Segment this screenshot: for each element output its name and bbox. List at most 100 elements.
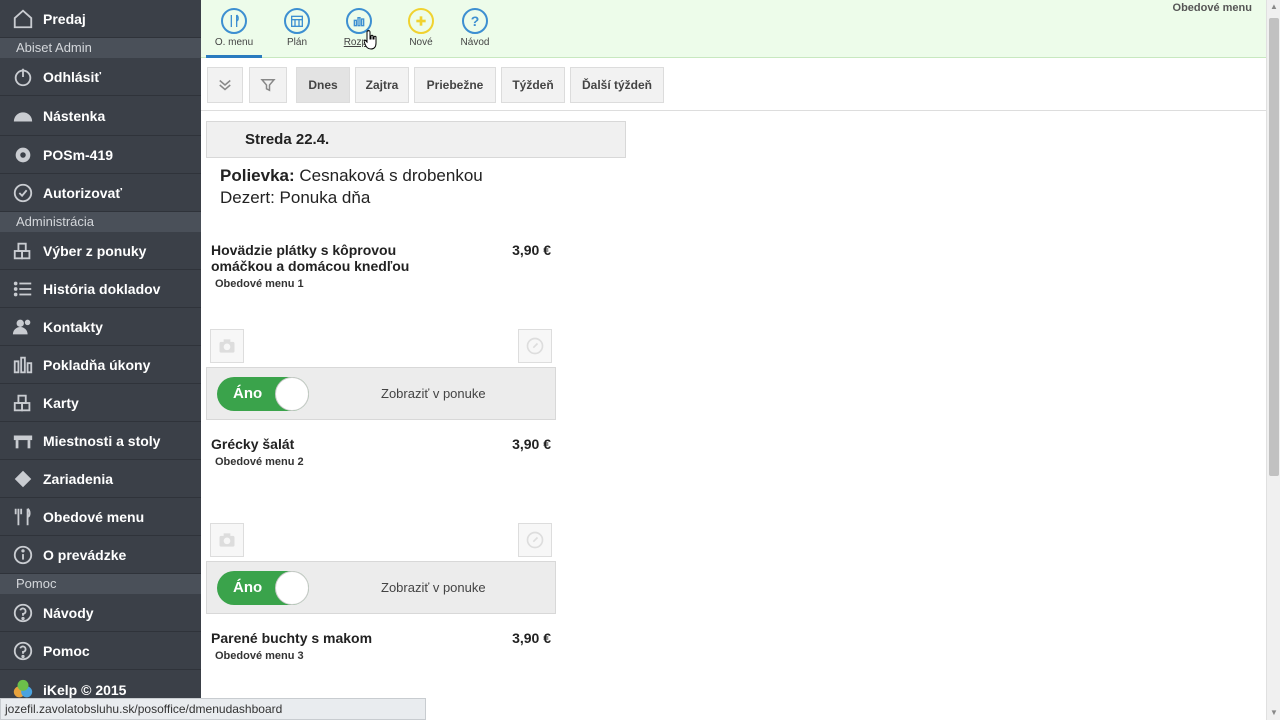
sidebar-item-label: História dokladov [43, 280, 161, 297]
sidebar-item-kontakty[interactable]: Kontakty [0, 308, 201, 346]
visibility-row: Áno Zobraziť v ponuke [206, 367, 556, 420]
meal-item: Grécky šalát 3,90 € Obedové menu 2 Áno Z… [206, 436, 556, 616]
check-circle-icon [12, 182, 34, 204]
home-icon [12, 8, 34, 30]
toolbar-o-menu-button[interactable]: O. menu [206, 8, 262, 58]
question-icon: ? [462, 8, 488, 34]
sidebar-item-label: Návody [43, 604, 94, 621]
sidebar-item-label: Pomoc [43, 642, 90, 659]
sidebar-item-label: Zariadenia [43, 470, 114, 487]
visibility-row: Áno Zobraziť v ponuke [206, 561, 556, 614]
page-title: Obedové menu [1172, 2, 1252, 14]
sidebar-item-vyber[interactable]: Výber z ponuky [0, 232, 201, 270]
filter-bar: Dnes Zajtra Priebežne Týždeň Ďalší týžde… [201, 58, 1266, 111]
show-in-menu-toggle[interactable]: Áno [217, 571, 309, 605]
compass-icon [526, 337, 544, 355]
scroll-up-icon[interactable]: ▲ [1267, 0, 1280, 14]
sidebar-item-label: O prevádzke [43, 546, 127, 563]
sidebar-section-user: Abiset Admin [0, 38, 201, 58]
toggle-knob [275, 377, 309, 411]
sidebar-item-odhlasit[interactable]: Odhlásiť [0, 58, 201, 96]
meal-name: Parené buchty s makom [211, 630, 373, 646]
collapse-button[interactable] [207, 67, 243, 103]
sidebar-item-obedove-menu[interactable]: Obedové menu [0, 498, 201, 536]
scroll-thumb[interactable] [1269, 18, 1279, 476]
sidebar-item-label: Karty [43, 394, 79, 411]
sidebar-item-predaj[interactable]: Predaj [0, 0, 201, 38]
meal-menu-label: Obedové menu 2 [215, 456, 304, 468]
day-header: Streda 22.4. [206, 121, 626, 158]
blocks-icon [12, 392, 34, 414]
fork-knife-icon [12, 506, 34, 528]
toolbar-rozpis-button[interactable]: Rozpis [331, 8, 387, 48]
sidebar-item-label: Kontakty [43, 318, 103, 335]
meal-name: Hovädzie plátky s kôprovou omáčkou a dom… [211, 242, 410, 274]
toolbar-plan-button[interactable]: Plán [269, 8, 325, 48]
users-icon [12, 316, 34, 338]
status-bar-url: jozefil.zavolatobsluhu.sk/posoffice/dmen… [0, 698, 426, 720]
show-in-menu-toggle[interactable]: Áno [217, 377, 309, 411]
calendar-icon [284, 8, 310, 34]
filter-button[interactable] [249, 67, 287, 103]
sidebar: Predaj Abiset Admin Odhlásiť Nástenka PO… [0, 0, 201, 720]
camera-icon [219, 533, 235, 547]
edit-button[interactable] [518, 523, 552, 557]
toggle-knob [275, 571, 309, 605]
meal-item: Hovädzie plátky s kôprovou omáčkou a dom… [206, 242, 556, 422]
toolbar-navod-button[interactable]: ? Návod [447, 8, 503, 48]
diamond-icon [12, 468, 34, 490]
list-icon [12, 278, 34, 300]
top-toolbar: O. menu Plán Rozpis Nové ? Návod Obedové… [201, 0, 1266, 58]
camera-icon [219, 339, 235, 353]
compass-icon [526, 531, 544, 549]
sidebar-item-karty[interactable]: Karty [0, 384, 201, 422]
filter-zajtra-button[interactable]: Zajtra [355, 67, 409, 103]
sidebar-item-label: Výber z ponuky [43, 242, 147, 259]
sidebar-item-label: Autorizovať [43, 184, 123, 201]
edit-button[interactable] [518, 329, 552, 363]
sidebar-item-label: Miestnosti a stoly [43, 432, 161, 449]
sidebar-item-posm[interactable]: POSm-419 [0, 136, 201, 174]
vertical-scrollbar[interactable]: ▲ ▼ [1266, 0, 1280, 720]
photo-button[interactable] [210, 329, 244, 363]
sidebar-item-autorizovat[interactable]: Autorizovať [0, 174, 201, 212]
funnel-icon [260, 79, 276, 92]
sidebar-item-miestnosti[interactable]: Miestnosti a stoly [0, 422, 201, 460]
question-icon [12, 640, 34, 662]
sidebar-item-pomoc[interactable]: Pomoc [0, 632, 201, 670]
filter-tyzden-button[interactable]: Týždeň [501, 67, 565, 103]
sidebar-item-historia[interactable]: História dokladov [0, 270, 201, 308]
power-icon [12, 66, 34, 88]
gear-icon [12, 144, 34, 166]
scroll-down-icon[interactable]: ▼ [1267, 706, 1280, 720]
meal-price: 3,90 € [512, 630, 551, 646]
meal-menu-label: Obedové menu 1 [215, 278, 304, 290]
photo-button[interactable] [210, 523, 244, 557]
sidebar-item-navody[interactable]: Návody [0, 594, 201, 632]
sidebar-item-o-prevadzke[interactable]: O prevádzke [0, 536, 201, 574]
filter-dalsi-tyzden-button[interactable]: Ďalší týždeň [570, 67, 664, 103]
bars-icon [12, 354, 34, 376]
filter-dnes-button[interactable]: Dnes [296, 67, 350, 103]
sidebar-item-label: Obedové menu [43, 508, 145, 525]
toolbar-nove-button[interactable]: Nové [393, 8, 449, 48]
sidebar-item-pokladna[interactable]: Pokladňa úkony [0, 346, 201, 384]
sidebar-section-admin: Administrácia [0, 212, 201, 232]
sidebar-item-zariadenia[interactable]: Zariadenia [0, 460, 201, 498]
meal-name: Grécky šalát [211, 436, 295, 452]
fork-knife-icon [221, 8, 247, 34]
double-chevron-down-icon [219, 79, 231, 91]
sidebar-item-label: Predaj [43, 10, 86, 27]
sidebar-item-label: POSm-419 [43, 146, 114, 163]
soup-dessert: Polievka: Cesnaková s drobenkou Dezert: … [220, 166, 483, 207]
filter-priebezne-button[interactable]: Priebežne [414, 67, 496, 103]
meal-price: 3,90 € [512, 436, 551, 452]
toggle-label: Zobraziť v ponuke [381, 386, 486, 401]
hand-cursor-icon [364, 30, 377, 50]
blocks-star-icon [12, 240, 34, 262]
sidebar-item-label: Nástenka [43, 107, 106, 124]
sidebar-item-nastenka[interactable]: Nástenka [0, 96, 201, 136]
gauge-icon [12, 105, 34, 127]
table-icon [12, 430, 34, 452]
main-content: Streda 22.4. Polievka: Cesnaková s drobe… [201, 111, 1266, 720]
